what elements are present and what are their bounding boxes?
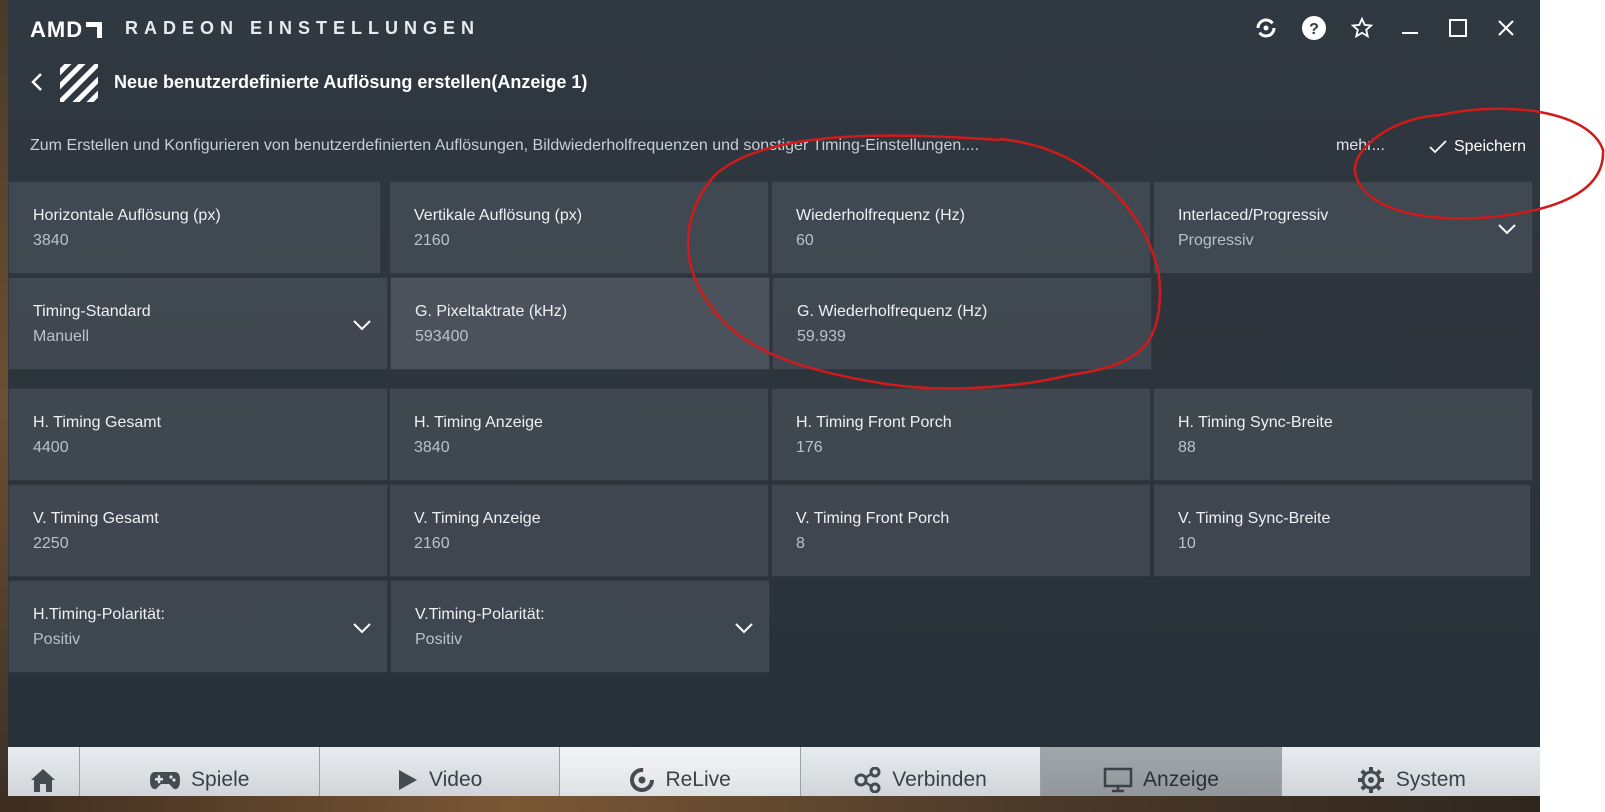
star-icon[interactable] <box>1348 14 1376 42</box>
interlace-dropdown[interactable]: Interlaced/Progressiv Progressiv <box>1153 181 1533 274</box>
chevron-down-icon <box>351 617 373 639</box>
field-label: Wiederholfrequenz (Hz) <box>796 207 965 224</box>
sync-icon[interactable] <box>1252 14 1280 42</box>
h-timing-display-field[interactable]: H. Timing Anzeige 3840 <box>389 388 769 481</box>
field-value: 10 <box>1178 535 1196 552</box>
field-label: G. Pixeltaktrate (kHz) <box>415 303 568 320</box>
field-value: 176 <box>796 439 823 456</box>
h-timing-polarity-dropdown[interactable]: H.Timing-Polarität: Positiv <box>8 580 388 673</box>
gear-icon <box>1357 766 1384 793</box>
nav-home[interactable] <box>8 747 80 796</box>
field-label: V.Timing-Polarität: <box>415 606 545 623</box>
more-link[interactable]: mehr... <box>1336 137 1385 155</box>
home-icon <box>31 768 56 792</box>
field-label: H.Timing-Polarität: <box>33 606 165 623</box>
v-timing-front-porch-field[interactable]: V. Timing Front Porch 8 <box>771 484 1151 577</box>
field-value: 593400 <box>415 328 469 345</box>
field-value: 3840 <box>33 232 69 249</box>
field-label: V. Timing Front Porch <box>796 510 950 527</box>
radeon-settings-window: AMD RADEON EINSTELLUNGEN ? Neue benutzer… <box>8 0 1540 796</box>
bottom-navigation: Spiele Video ReLive Verbinden Anzeige Sy… <box>8 747 1540 796</box>
h-resolution-field[interactable]: Horizontale Auflösung (px) 3840 <box>8 181 381 274</box>
chevron-down-icon <box>1496 218 1518 240</box>
maximize-icon[interactable] <box>1444 14 1472 42</box>
h-timing-total-field[interactable]: H. Timing Gesamt 4400 <box>8 388 388 481</box>
chevron-down-icon <box>351 314 373 336</box>
field-label: V. Timing Anzeige <box>414 510 541 527</box>
chevron-down-icon <box>733 617 755 639</box>
field-value: Positiv <box>33 631 81 648</box>
v-timing-display-field[interactable]: V. Timing Anzeige 2160 <box>389 484 769 577</box>
field-value: 8 <box>796 535 805 552</box>
nav-relive[interactable]: ReLive <box>560 747 801 796</box>
app-title: RADEON EINSTELLUNGEN <box>125 18 481 38</box>
back-arrow-icon[interactable] <box>26 70 50 94</box>
desktop-background-left <box>0 0 8 812</box>
page-description: Zum Erstellen und Konfigurieren von benu… <box>30 137 980 154</box>
nav-label: Anzeige <box>1143 767 1219 791</box>
save-label: Speichern <box>1454 138 1527 155</box>
page-title: Neue benutzerdefinierte Auflösung erstel… <box>114 72 588 92</box>
checkmark-icon <box>1429 140 1447 154</box>
nav-label: Video <box>429 767 483 791</box>
nav-video[interactable]: Video <box>319 747 561 796</box>
h-timing-front-porch-field[interactable]: H. Timing Front Porch 176 <box>771 388 1151 481</box>
field-label: H. Timing Sync-Breite <box>1178 414 1333 431</box>
gamepad-icon <box>150 771 181 789</box>
connect-icon <box>854 766 881 793</box>
v-resolution-field[interactable]: Vertikale Auflösung (px) 2160 <box>389 181 769 274</box>
nav-label: Spiele <box>191 767 250 791</box>
field-value: Positiv <box>415 631 463 648</box>
field-value: 60 <box>796 232 814 249</box>
custom-resolution-icon <box>60 64 98 102</box>
field-label: V. Timing Sync-Breite <box>1178 510 1331 527</box>
field-label: H. Timing Anzeige <box>414 414 543 431</box>
field-label: G. Wiederholfrequenz (Hz) <box>797 303 988 320</box>
relive-icon <box>630 767 655 792</box>
nav-system[interactable]: System <box>1281 747 1540 796</box>
amd-logo: AMD <box>30 16 103 44</box>
timing-standard-dropdown[interactable]: Timing-Standard Manuell <box>8 277 388 370</box>
play-icon <box>399 769 418 790</box>
v-timing-sync-width-field[interactable]: V. Timing Sync-Breite 10 <box>1153 484 1531 577</box>
close-icon[interactable] <box>1492 14 1520 42</box>
nav-display[interactable]: Anzeige <box>1041 747 1282 796</box>
pixel-clock-field[interactable]: G. Pixeltaktrate (kHz) 593400 <box>390 277 770 370</box>
field-label: H. Timing Front Porch <box>796 414 952 431</box>
field-label: V. Timing Gesamt <box>33 510 159 527</box>
save-button[interactable]: Speichern <box>1428 134 1526 160</box>
field-value: 4400 <box>33 439 69 456</box>
refresh-rate-field[interactable]: Wiederholfrequenz (Hz) 60 <box>771 181 1151 274</box>
field-value: Manuell <box>33 328 90 345</box>
g-refresh-rate-field[interactable]: G. Wiederholfrequenz (Hz) 59.939 <box>772 277 1152 370</box>
monitor-icon <box>1103 767 1133 792</box>
nav-label: System <box>1395 767 1466 791</box>
v-timing-polarity-dropdown[interactable]: V.Timing-Polarität: Positiv <box>390 580 770 673</box>
amd-arrow-icon <box>86 22 103 38</box>
v-timing-total-field[interactable]: V. Timing Gesamt 2250 <box>8 484 388 577</box>
field-label: Horizontale Auflösung (px) <box>33 207 221 224</box>
field-value: Progressiv <box>1178 232 1254 249</box>
field-value: 2250 <box>33 535 69 552</box>
field-label: Timing-Standard <box>33 303 151 320</box>
field-label: Vertikale Auflösung (px) <box>414 207 583 224</box>
help-icon[interactable]: ? <box>1300 14 1328 42</box>
desktop-background-bottom <box>0 796 1540 812</box>
nav-connect[interactable]: Verbinden <box>800 747 1042 796</box>
title-bar: AMD RADEON EINSTELLUNGEN ? <box>8 0 1540 58</box>
field-label: H. Timing Gesamt <box>33 414 162 431</box>
minimize-icon[interactable] <box>1396 14 1424 42</box>
h-timing-sync-width-field[interactable]: H. Timing Sync-Breite 88 <box>1153 388 1533 481</box>
desktop-background-right <box>1540 0 1605 812</box>
field-value: 2160 <box>414 535 450 552</box>
field-value: 2160 <box>414 232 450 249</box>
field-value: 59.939 <box>797 328 846 345</box>
nav-label: Verbinden <box>892 767 987 791</box>
field-label: Interlaced/Progressiv <box>1178 207 1329 224</box>
field-value: 3840 <box>414 439 450 456</box>
nav-games[interactable]: Spiele <box>79 747 320 796</box>
svg-text:?: ? <box>1309 21 1319 38</box>
field-value: 88 <box>1178 439 1196 456</box>
nav-label: ReLive <box>665 767 731 791</box>
